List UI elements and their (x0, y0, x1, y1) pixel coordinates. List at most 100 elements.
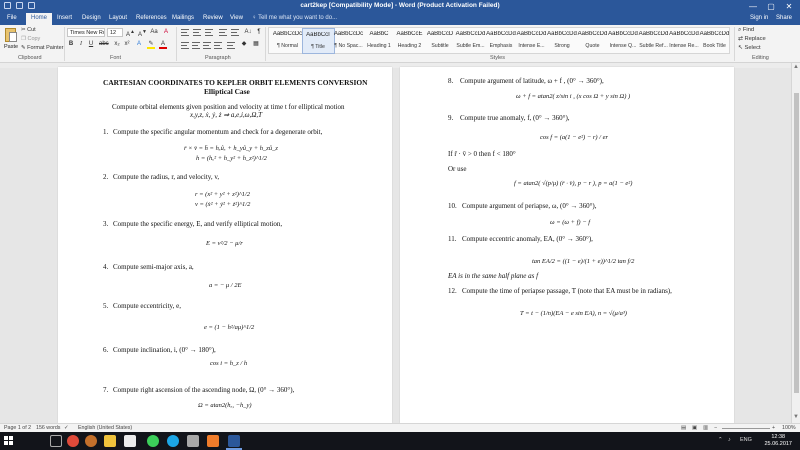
format-painter-button[interactable]: ✎ Format Painter (21, 45, 64, 51)
file-explorer-icon[interactable] (104, 435, 116, 447)
tab-design[interactable]: Design (77, 13, 106, 25)
line-spacing-icon[interactable] (227, 42, 235, 49)
tab-view[interactable]: View (225, 13, 248, 25)
style-item[interactable]: AaBbCcDd Emphasis (485, 28, 518, 54)
style-item[interactable]: AaBbCcDd Book Title (698, 28, 731, 54)
style-item[interactable]: AaBbCcDd Subtle Em... (454, 28, 487, 54)
read-mode-icon[interactable]: ▤ (681, 425, 686, 431)
shading-icon[interactable]: ◆ (240, 40, 248, 49)
zoom-out-icon[interactable]: − (714, 425, 717, 431)
sort-icon[interactable]: A↓ (244, 28, 252, 37)
grow-font-button[interactable]: A▲ (126, 28, 135, 38)
style-item[interactable]: AaBbC Heading 1 (363, 28, 396, 54)
zoom-in-icon[interactable]: + (772, 425, 775, 431)
superscript-button[interactable]: x² (123, 40, 131, 49)
style-item[interactable]: AaBbCcDd Strong (546, 28, 579, 54)
underline-button[interactable]: U (87, 40, 95, 49)
multilevel-list-icon[interactable] (205, 29, 213, 36)
zoom-slider[interactable] (722, 428, 770, 429)
increase-indent-icon[interactable] (231, 29, 239, 36)
maximize-button[interactable]: ▢ (762, 0, 780, 12)
decrease-indent-icon[interactable] (219, 29, 227, 36)
scroll-up-icon[interactable]: ▲ (793, 64, 799, 70)
tab-review[interactable]: Review (198, 13, 228, 25)
replace-button[interactable]: ⇄ Replace (738, 36, 766, 42)
start-button[interactable] (4, 436, 14, 446)
bold-button[interactable]: B (67, 40, 75, 49)
shrink-font-button[interactable]: A▼ (138, 28, 147, 38)
justify-icon[interactable] (214, 42, 222, 49)
style-item[interactable]: AaBbCcI ¶ Title (301, 28, 335, 54)
firefox-icon[interactable] (85, 435, 97, 447)
tab-references[interactable]: References (131, 13, 172, 25)
tab-insert[interactable]: Insert (52, 13, 77, 25)
word-icon[interactable] (228, 435, 240, 447)
scroll-down-icon[interactable]: ▼ (793, 414, 799, 420)
font-size-box[interactable]: 12 (107, 28, 123, 37)
clear-formatting-icon[interactable]: A (162, 28, 170, 37)
tell-me-box[interactable]: ♀ Tell me what you want to do... (252, 15, 337, 21)
share-button[interactable]: Share (776, 15, 792, 21)
cut-button[interactable]: ✂ Cut (21, 27, 36, 33)
scroll-thumb[interactable] (794, 93, 799, 393)
chrome-icon[interactable] (67, 435, 79, 447)
tab-file[interactable]: File (2, 13, 22, 25)
select-button[interactable]: ↖ Select (738, 45, 761, 51)
document-page-1[interactable]: CARTESIAN COORDINATES TO KEPLER ORBIT EL… (58, 67, 392, 423)
italic-button[interactable]: I (77, 40, 85, 49)
language-indicator[interactable]: English (United States) (78, 425, 132, 431)
show-marks-icon[interactable]: ¶ (255, 28, 263, 37)
numbering-icon[interactable] (193, 29, 201, 36)
align-left-icon[interactable] (181, 42, 189, 49)
step-text: Compute the specific angular momentum an… (113, 128, 323, 136)
web-layout-icon[interactable]: ▥ (703, 425, 708, 431)
document-area[interactable]: CARTESIAN COORDINATES TO KEPLER ORBIT EL… (0, 63, 791, 423)
system-clock[interactable]: 12:38 25.06.2017 (764, 434, 792, 448)
tray-overflow-icon[interactable]: ⌃ (718, 437, 723, 443)
borders-icon[interactable]: ▦ (252, 40, 260, 49)
style-item[interactable]: AaBbCcE Heading 2 (393, 28, 426, 54)
whatsapp-icon[interactable] (147, 435, 159, 447)
style-item[interactable]: AaBbCcD Subtitle (424, 28, 457, 54)
strikethrough-button[interactable]: abc (99, 40, 109, 49)
page-count[interactable]: Page 1 of 2 (4, 425, 31, 431)
style-item[interactable]: AaBbCcDd Intense E... (515, 28, 548, 54)
style-item[interactable]: AaBbCcDd Intense Re... (668, 28, 701, 54)
word-count[interactable]: 156 words (36, 425, 60, 431)
app-icon[interactable] (207, 435, 219, 447)
copy-button[interactable]: ❐ Copy (21, 36, 40, 42)
zoom-level[interactable]: 100% (782, 425, 796, 431)
style-item[interactable]: AaBbCcDd Subtle Ref... (637, 28, 670, 54)
align-right-icon[interactable] (203, 42, 211, 49)
tab-mailings[interactable]: Mailings (167, 13, 199, 25)
proofing-icon[interactable]: ✓ (64, 425, 68, 431)
text-effects-icon[interactable]: A (135, 40, 143, 49)
tab-layout[interactable]: Layout (104, 13, 132, 25)
volume-icon[interactable]: ♪ (728, 437, 731, 443)
minimize-button[interactable]: — (744, 0, 762, 12)
print-layout-icon[interactable]: ▣ (692, 425, 697, 431)
language-indicator[interactable]: ENG (740, 437, 752, 443)
close-button[interactable]: ✕ (780, 0, 798, 12)
store-icon[interactable] (124, 435, 136, 447)
document-page-2[interactable]: 8. Compute argument of latitude, ω + f ,… (400, 67, 734, 423)
vertical-scrollbar[interactable]: ▲ ▼ (791, 63, 800, 423)
skype-icon[interactable] (167, 435, 179, 447)
bullets-icon[interactable] (181, 29, 189, 36)
tab-home[interactable]: Home (26, 13, 53, 25)
sign-in-link[interactable]: Sign in (750, 15, 768, 21)
change-case-button[interactable]: Aa (150, 28, 158, 37)
highlight-icon[interactable]: ✎ (147, 40, 155, 49)
paste-button[interactable]: Paste (3, 27, 19, 51)
style-item[interactable]: AaBbCcDd Quote (576, 28, 609, 54)
font-color-icon[interactable]: A (159, 40, 167, 49)
align-center-icon[interactable] (192, 42, 200, 49)
find-button[interactable]: ⌕ Find (738, 27, 754, 34)
subscript-button[interactable]: x₂ (113, 40, 121, 49)
task-view-icon[interactable] (50, 435, 62, 447)
app-icon[interactable] (187, 435, 199, 447)
style-item[interactable]: AaBbCcDc ¶ No Spac... (332, 28, 365, 54)
style-item[interactable]: AaBbCcDc ¶ Normal (271, 28, 304, 54)
font-name-box[interactable]: Times New Ro (67, 28, 105, 37)
style-item[interactable]: AaBbCcDd Intense Q... (607, 28, 640, 54)
